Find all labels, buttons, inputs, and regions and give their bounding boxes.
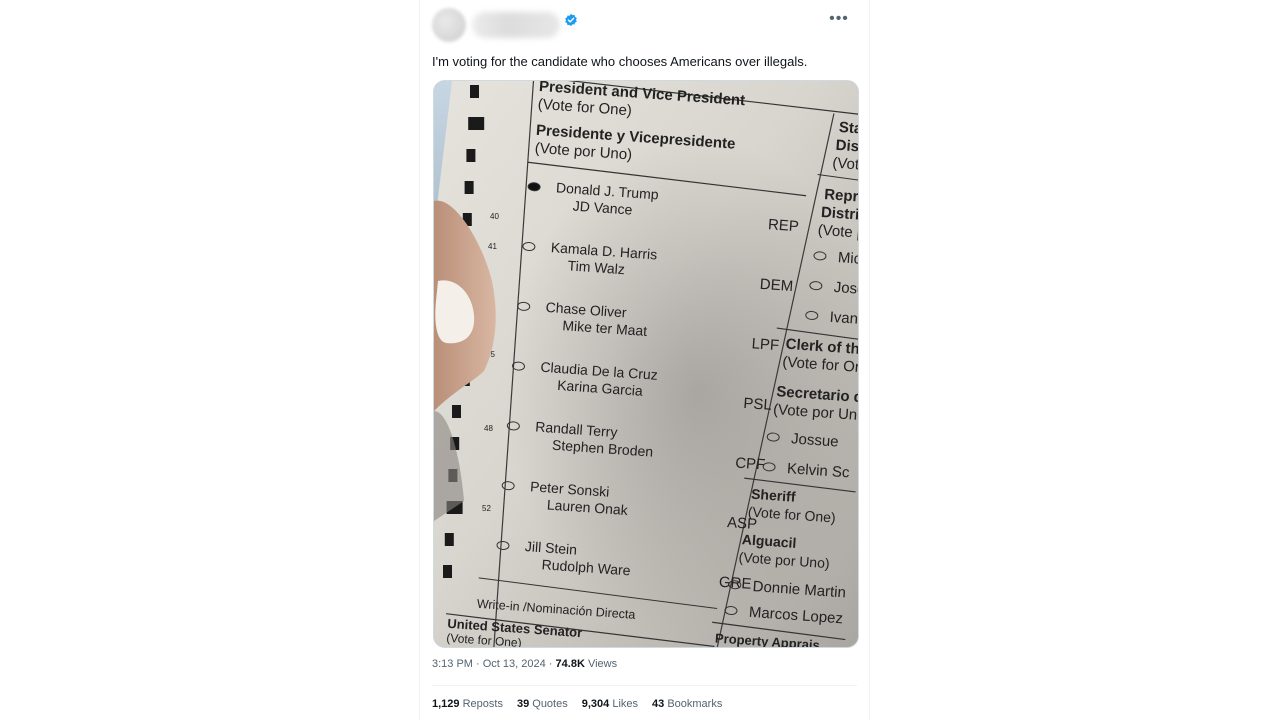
avatar[interactable] <box>432 8 466 42</box>
timeline-border-right <box>869 0 870 720</box>
candidate-party: REP <box>767 216 799 235</box>
state-sub: (Vote f <box>832 155 858 175</box>
verified-badge-icon <box>565 13 577 27</box>
line-number: 48 <box>484 424 493 433</box>
reposts-link[interactable]: 1,129 Reposts <box>432 698 503 710</box>
reposts-label: Reposts <box>459 698 503 710</box>
post-media-image[interactable]: 4041454852 President and Vice President … <box>433 80 859 648</box>
post-meta: 3:13 PM · Oct 13, 2024 · 74.8K Views <box>432 658 617 670</box>
ballot-photo: 4041454852 President and Vice President … <box>434 81 858 647</box>
meta-separator-2: · <box>545 658 556 670</box>
state-title: State <box>838 119 858 139</box>
bookmarks-link[interactable]: 43 Bookmarks <box>652 698 722 710</box>
state-line2: Distric <box>835 137 858 157</box>
candidate-name: Jossue <box>791 430 840 450</box>
sheriff-title: Sheriff <box>751 486 797 505</box>
candidate-party: PSL <box>743 395 772 414</box>
quotes-count: 39 <box>516 698 530 710</box>
bookmarks-label: Bookmarks <box>664 698 723 710</box>
bookmarks-count: 43 <box>652 698 665 710</box>
stats-divider <box>432 685 857 686</box>
line-number: 52 <box>482 504 491 513</box>
post: ••• I'm voting for the candidate who cho… <box>420 0 869 720</box>
quotes-link[interactable]: 39 Quotes <box>517 698 568 710</box>
views-label: Views <box>584 658 618 670</box>
post-time[interactable]: 3:13 PM <box>432 658 473 670</box>
quotes-label: Quotes <box>529 698 568 710</box>
candidate-name: Mich <box>837 249 858 268</box>
views-count: 74.8K <box>555 658 585 670</box>
post-header: ••• <box>432 8 857 42</box>
candidate-party: LPF <box>751 335 780 354</box>
timing-mark <box>470 85 479 98</box>
candidate-party: GRE <box>718 574 752 593</box>
author-name-redacted[interactable] <box>472 12 560 38</box>
timing-mark <box>452 405 461 418</box>
timing-mark <box>464 181 474 194</box>
post-date[interactable]: Oct 13, 2024 <box>483 658 546 670</box>
post-text: I'm voting for the candidate who chooses… <box>432 54 808 69</box>
timing-mark <box>466 149 476 162</box>
candidate-name: Jose <box>833 279 858 298</box>
post-stats: 1,129 Reposts 39 Quotes 9,304 Likes 43 B… <box>432 698 722 710</box>
candidate-party: CPF <box>735 454 766 473</box>
candidate-name: Ivan A <box>829 309 858 329</box>
likes-count: 9,304 <box>581 698 610 710</box>
timing-mark <box>468 117 485 130</box>
more-options-button[interactable]: ••• <box>827 10 851 30</box>
likes-link[interactable]: 9,304 Likes <box>582 698 638 710</box>
line-number: 41 <box>488 242 497 251</box>
line-number: 40 <box>490 212 499 221</box>
timing-mark <box>444 533 454 546</box>
reposts-count: 1,129 <box>432 698 460 710</box>
timing-mark <box>443 565 452 578</box>
bubble-filled <box>527 182 541 192</box>
more-horizontal-icon: ••• <box>829 10 849 27</box>
candidate-party: DEM <box>759 276 793 295</box>
meta-separator: · <box>472 658 483 670</box>
likes-label: Likes <box>609 698 639 710</box>
